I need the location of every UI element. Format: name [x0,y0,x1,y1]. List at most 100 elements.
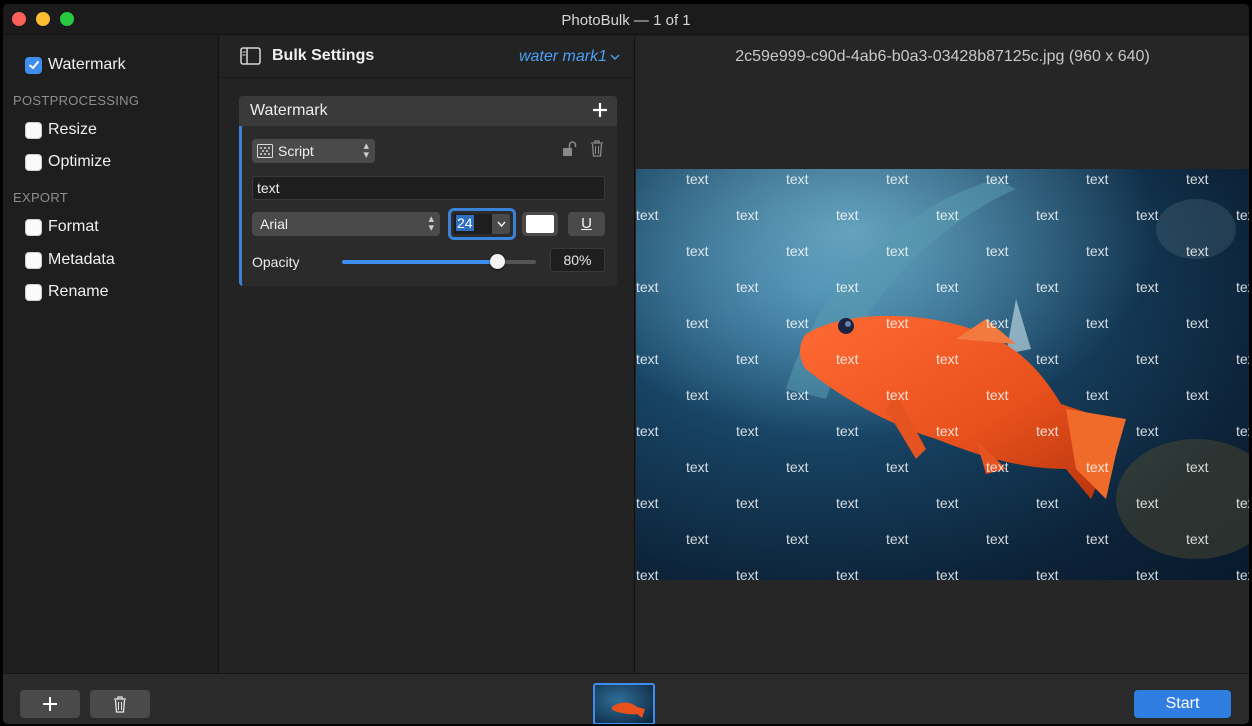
watermark-text-overlay: text [636,279,659,295]
format-checkbox[interactable] [25,218,42,236]
opacity-slider[interactable] [342,254,536,269]
watermark-text-overlay: text [736,279,759,295]
watermark-text-overlay: text [786,459,809,475]
sidebar-item-watermark[interactable]: Watermark [25,56,126,74]
unlock-icon[interactable] [562,141,577,157]
watermark-text-overlay: text [836,279,859,295]
add-watermark-button[interactable] [592,98,608,122]
title-bar: PhotoBulk — 1 of 1 [3,4,1249,35]
watermark-text-overlay: text [686,387,709,403]
watermark-text-overlay: text [736,351,759,367]
opacity-slider-fill [342,260,498,264]
plus-icon [593,103,607,117]
sidebar-item-resize[interactable]: Resize [25,121,97,139]
watermark-text-overlay: text [1236,207,1249,223]
preset-label: water mark1 [518,48,607,65]
watermark-text-overlay: text [886,315,909,331]
watermark-text-overlay: text [1236,495,1249,511]
watermark-section-title: Watermark [250,102,328,119]
window-title: PhotoBulk — 1 of 1 [561,12,691,29]
preview-filename: 2c59e999-c90d-4ab6-b0a3-03428b87125c.jpg… [735,48,1150,65]
remove-image-button[interactable] [90,690,150,718]
watermark-text-overlay: text [1136,207,1159,223]
watermark-text-overlay: text [1036,279,1059,295]
delete-layer-icon[interactable] [590,139,604,157]
preset-dropdown[interactable]: water mark1 [519,48,620,66]
watermark-text-overlay: text [1036,423,1059,439]
metadata-checkbox[interactable] [25,251,42,269]
watermark-text-overlay: text [1036,567,1059,580]
watermark-text-overlay: text [786,171,809,187]
settings-panel: Bulk Settings water mark1 Watermark Scri… [220,36,635,673]
preview-image: text text text text text text text text text text… [636,169,1249,580]
watermark-text-overlay: text [736,567,759,580]
watermark-text-overlay: text [1036,207,1059,223]
watermark-text-overlay: text [736,423,759,439]
watermark-text-overlay: text [836,351,859,367]
watermark-layer: Script ▴ ▾ text Arial ▴ ▾ 24 U Opacity 8… [239,126,617,286]
sidebar-item-label: Metadata [48,251,115,268]
rename-checkbox[interactable] [25,283,42,301]
watermark-text-overlay: text [1186,531,1209,547]
watermark-text-overlay: text [636,495,659,511]
opacity-slider-knob[interactable] [490,254,506,269]
watermark-text-input[interactable]: text [252,176,605,200]
sidebar-item-label: Optimize [48,153,112,170]
image-thumbnail[interactable] [593,683,655,724]
watermark-text-overlay: text [1086,459,1109,475]
sidebar-item-label: Resize [48,121,97,138]
sidebar-item-label: Rename [48,283,109,300]
watermark-text-overlay: text [836,495,859,511]
font-select[interactable]: Arial ▴ ▾ [252,212,440,236]
sidebar-toggle-icon[interactable] [240,47,261,65]
watermark-text-overlay: text [886,387,909,403]
watermark-text-overlay: text [1086,387,1109,403]
sidebar: Watermark POSTPROCESSING Resize Optimize… [3,36,219,673]
sidebar-item-format[interactable]: Format [25,218,99,236]
export-section-label: EXPORT [13,190,69,205]
watermark-text-overlay: text [1136,567,1159,580]
pattern-icon [257,144,273,158]
font-size-input[interactable]: 24 [454,214,492,234]
font-size-dropdown-button[interactable] [492,214,510,234]
optimize-checkbox[interactable] [25,153,42,171]
underline-button[interactable]: U [568,212,605,236]
watermark-text-overlay: text [686,243,709,259]
watermark-type-label: Script [278,143,314,159]
sidebar-item-metadata[interactable]: Metadata [25,251,115,269]
text-color-well[interactable] [522,212,558,236]
watermark-text-overlay: text [936,495,959,511]
sidebar-item-optimize[interactable]: Optimize [25,153,111,171]
preview-area: 2c59e999-c90d-4ab6-b0a3-03428b87125c.jpg… [636,36,1249,673]
updown-chevron-icon: ▴ ▾ [363,140,369,161]
watermark-text-overlay: text [1236,351,1249,367]
opacity-value-input[interactable]: 80% [550,248,605,272]
watermark-text-overlay: text [936,351,959,367]
watermark-text-overlay: text [686,459,709,475]
watermark-text-overlay: text [1236,279,1249,295]
add-image-button[interactable] [20,690,80,718]
app-window: PhotoBulk — 1 of 1 Watermark POSTPROCESS… [3,4,1249,724]
watermark-text-overlay: text [1086,243,1109,259]
chevron-down-icon [496,221,506,227]
watermark-text-overlay: text [786,531,809,547]
settings-title: Bulk Settings [272,47,375,64]
watermark-text-overlay: text [786,387,809,403]
watermark-text-overlay: text [936,279,959,295]
watermark-text-overlay: text [936,207,959,223]
font-select-label: Arial [260,216,289,232]
start-button[interactable]: Start [1134,690,1231,718]
watermark-text-overlay: text [686,315,709,331]
watermark-text-overlay: text [1086,315,1109,331]
resize-checkbox[interactable] [25,121,42,139]
watermark-text-overlay: text [736,207,759,223]
watermark-text-overlay: text [986,531,1009,547]
watermark-text-overlay: text [986,387,1009,403]
watermark-checkbox[interactable] [25,56,42,74]
watermark-text-overlay: text [986,315,1009,331]
watermark-text-overlay: text [636,351,659,367]
font-size-combobox[interactable]: 24 [448,208,516,240]
watermark-type-select[interactable]: Script ▴ ▾ [252,139,375,163]
sidebar-item-rename[interactable]: Rename [25,283,108,301]
watermark-text-overlay: text [1186,243,1209,259]
